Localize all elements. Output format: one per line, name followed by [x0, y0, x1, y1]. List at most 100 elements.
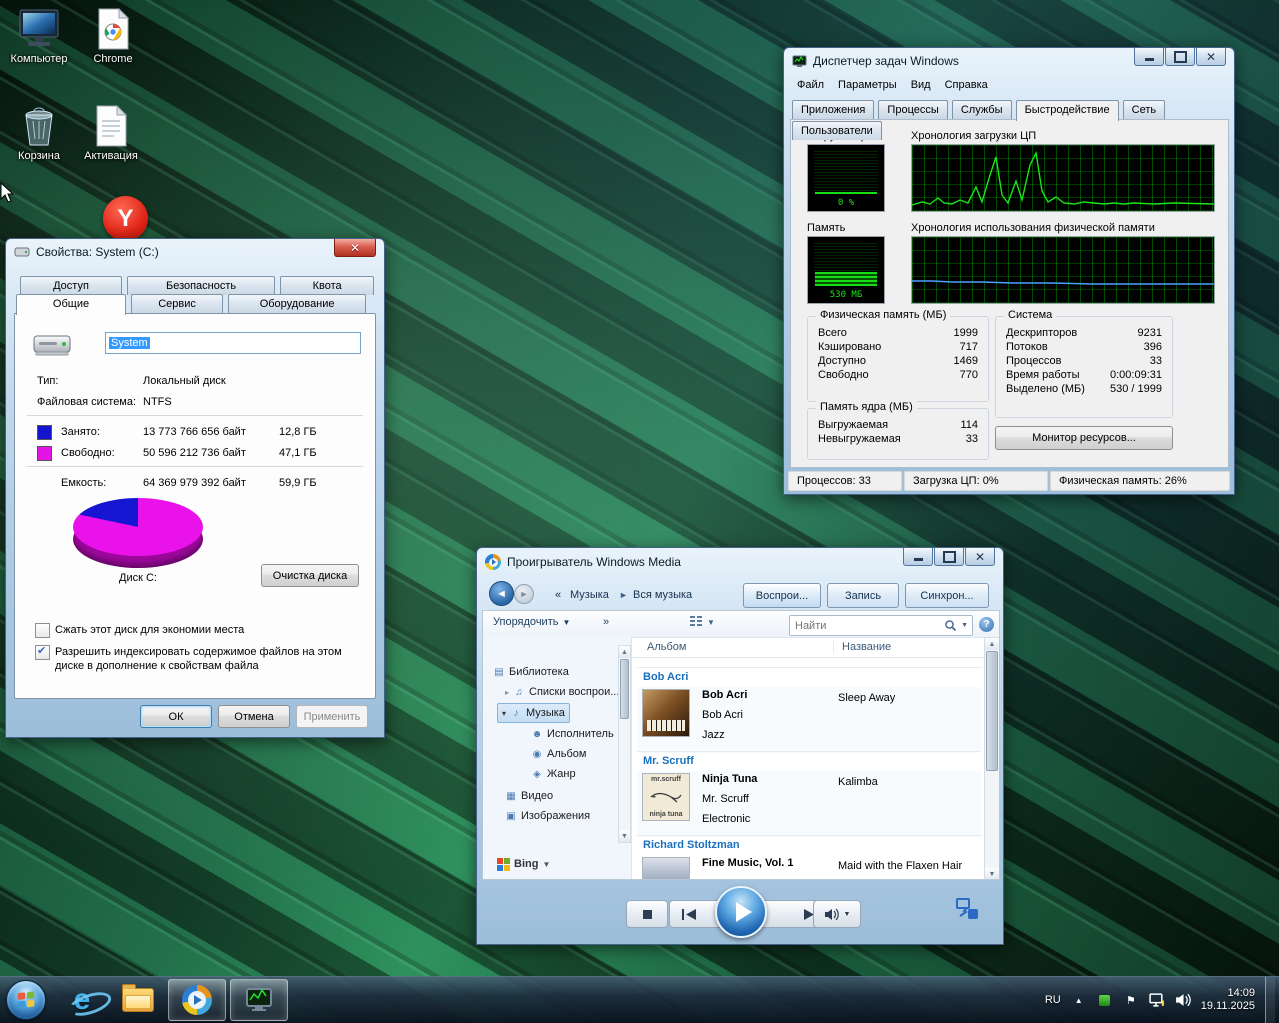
tab-network[interactable]: Сеть: [1123, 100, 1165, 119]
track-title[interactable]: Kalimba: [838, 776, 878, 788]
menu-options[interactable]: Параметры: [831, 76, 904, 94]
expander-icon[interactable]: ▾: [502, 709, 506, 718]
album-art-ninja-tuna[interactable]: mr.scruff ninja tuna: [642, 773, 690, 821]
tab-quota[interactable]: Квота: [280, 276, 374, 295]
sidebar-scrollbar[interactable]: ▲ ▼: [618, 645, 631, 843]
sidebar-item-music[interactable]: ▾ ♪ Музыка: [497, 703, 570, 723]
tab-services[interactable]: Службы: [952, 100, 1012, 119]
artist-group-header[interactable]: Mr. Scruff: [643, 755, 694, 767]
album-title[interactable]: Ninja Tuna: [702, 773, 757, 785]
close-button[interactable]: ✕: [965, 548, 995, 566]
search-input[interactable]: [790, 620, 944, 632]
dialog-titlebar[interactable]: Свойства: System (C:): [6, 239, 384, 265]
album-art-fine-music[interactable]: [642, 857, 690, 880]
breadcrumb-all-music[interactable]: Вся музыка: [633, 589, 692, 601]
language-indicator[interactable]: RU: [1045, 994, 1061, 1006]
organize-button[interactable]: Упорядочить ▼: [493, 616, 570, 628]
tab-hardware[interactable]: Оборудование: [228, 294, 366, 313]
tab-play[interactable]: Воспрои...: [743, 583, 821, 608]
column-title[interactable]: Название: [833, 641, 891, 653]
help-button[interactable]: ?: [979, 617, 994, 632]
back-button[interactable]: ◄: [489, 581, 514, 606]
list-scrollbar[interactable]: ▲ ▼: [984, 637, 1000, 880]
scroll-up-arrow[interactable]: ▲: [619, 646, 630, 658]
sidebar-item-artist[interactable]: ☻ Исполнитель: [531, 725, 614, 743]
maximize-button[interactable]: [934, 548, 964, 566]
column-album[interactable]: Альбом: [631, 641, 833, 653]
tab-security[interactable]: Безопасность: [127, 276, 275, 295]
chevrons-icon[interactable]: «: [555, 589, 561, 601]
tab-processes[interactable]: Процессы: [878, 100, 947, 119]
tab-sharing[interactable]: Доступ: [20, 276, 122, 295]
taskbar-clock[interactable]: 14:09 19.11.2025: [1201, 987, 1255, 1013]
taskbar-item-task-manager[interactable]: [230, 979, 288, 1021]
scrollbar-thumb[interactable]: [986, 651, 998, 771]
view-options-button[interactable]: ▼: [689, 615, 715, 629]
index-checkbox[interactable]: ✔: [35, 645, 50, 660]
overflow-button[interactable]: »: [603, 616, 609, 628]
scroll-up-arrow[interactable]: ▲: [985, 638, 999, 650]
album-genre[interactable]: Jazz: [702, 729, 725, 741]
scrollbar-thumb[interactable]: [620, 659, 629, 719]
search-box[interactable]: ▼: [789, 615, 973, 636]
album-artist[interactable]: Bob Acri: [702, 709, 743, 721]
stop-button[interactable]: [626, 900, 668, 928]
sidebar-item-album[interactable]: ◉ Альбом: [531, 745, 586, 763]
chevron-down-icon[interactable]: ▼: [542, 860, 550, 869]
volume-name-input[interactable]: System: [105, 332, 361, 354]
action-center-flag-icon[interactable]: ⚑: [1123, 992, 1139, 1008]
minimize-button[interactable]: [903, 548, 933, 566]
maximize-button[interactable]: [1165, 48, 1195, 66]
tab-tools[interactable]: Сервис: [131, 294, 223, 313]
desktop-icon-activation[interactable]: Активация: [74, 103, 148, 162]
taskbar-item-explorer[interactable]: [112, 980, 164, 1020]
album-artist[interactable]: Mr. Scruff: [702, 793, 749, 805]
network-icon[interactable]: [1149, 992, 1165, 1008]
cancel-button[interactable]: Отмена: [218, 705, 290, 728]
artist-group-header[interactable]: Richard Stoltzman: [643, 839, 740, 851]
tab-performance[interactable]: Быстродействие: [1016, 100, 1119, 121]
tab-sync[interactable]: Синхрон...: [905, 583, 989, 608]
resource-monitor-button[interactable]: Монитор ресурсов...: [995, 426, 1173, 450]
album-title[interactable]: Fine Music, Vol. 1: [702, 857, 793, 869]
show-desktop-button[interactable]: [1265, 977, 1275, 1023]
track-title[interactable]: Maid with the Flaxen Hair: [838, 860, 962, 872]
sidebar-item-library[interactable]: ▤ Библиотека: [493, 663, 569, 681]
desktop-icon-recycle-bin[interactable]: Корзина: [2, 103, 76, 162]
sidebar-item-video[interactable]: ▦ Видео: [505, 787, 553, 805]
album-genre[interactable]: Electronic: [702, 813, 750, 825]
forward-button[interactable]: ►: [514, 584, 534, 604]
menu-view[interactable]: Вид: [904, 76, 938, 94]
album-art-bob-acri[interactable]: [642, 689, 690, 737]
taskbar-item-internet-explorer[interactable]: e: [56, 980, 108, 1020]
sidebar-item-playlists[interactable]: ▸ ♫ Списки воспрои...: [505, 683, 619, 701]
apply-button[interactable]: Применить: [296, 705, 368, 728]
scroll-down-arrow[interactable]: ▼: [619, 830, 630, 842]
show-hidden-icons-chevron[interactable]: ▲: [1071, 992, 1087, 1008]
track-title[interactable]: Sleep Away: [838, 692, 895, 704]
tab-applications[interactable]: Приложения: [792, 100, 874, 119]
close-button[interactable]: ✕: [1196, 48, 1226, 66]
taskbar-item-media-player[interactable]: [168, 979, 226, 1021]
previous-button[interactable]: [680, 909, 697, 920]
switch-to-now-playing-button[interactable]: [954, 896, 980, 922]
artist-group-header[interactable]: Bob Acri: [643, 671, 688, 683]
disk-cleanup-button[interactable]: Очистка диска: [261, 564, 359, 587]
desktop-icon-chrome[interactable]: Chrome: [76, 6, 150, 65]
search-icon[interactable]: [944, 619, 957, 632]
sidebar-item-genre[interactable]: ◈ Жанр: [531, 765, 576, 783]
yandex-browser-icon[interactable]: Y: [103, 196, 148, 241]
close-button[interactable]: ✕: [334, 239, 376, 257]
tab-general[interactable]: Общие: [16, 294, 126, 315]
play-button[interactable]: [715, 886, 767, 938]
expander-icon[interactable]: ▸: [505, 688, 509, 697]
menu-help[interactable]: Справка: [938, 76, 995, 94]
minimize-button[interactable]: [1134, 48, 1164, 66]
volume-icon[interactable]: [1175, 992, 1191, 1008]
ok-button[interactable]: ОК: [140, 705, 212, 728]
menu-file[interactable]: Файл: [790, 76, 831, 94]
album-title[interactable]: Bob Acri: [702, 689, 747, 701]
start-button[interactable]: [6, 980, 46, 1020]
desktop-icon-computer[interactable]: Компьютер: [2, 6, 76, 65]
sidebar-item-pictures[interactable]: ▣ Изображения: [505, 807, 590, 825]
